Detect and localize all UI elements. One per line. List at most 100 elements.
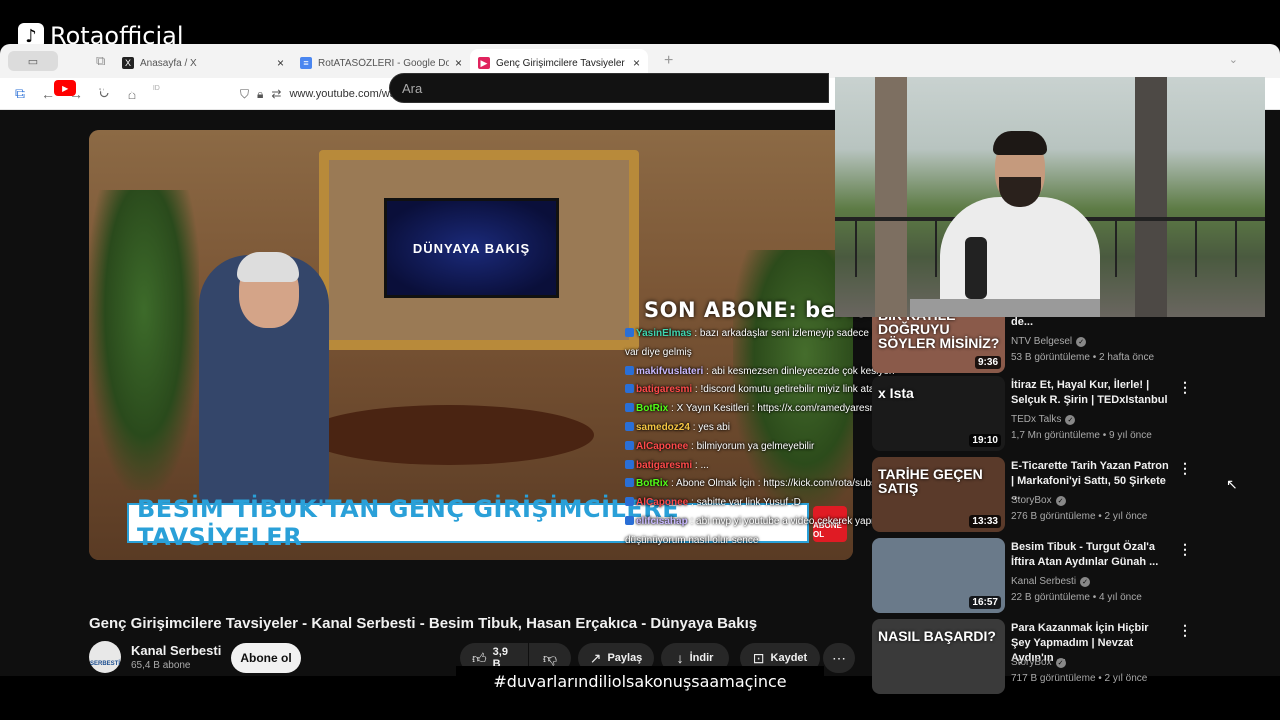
chat-text: var diye gelmiş <box>625 346 692 358</box>
youtube-wordmark: YouTube <box>80 78 147 97</box>
channel-name[interactable]: TEDx Talks <box>1011 414 1061 425</box>
subscriber-count: 65,4 B abone <box>131 660 191 671</box>
badge-icon <box>625 515 634 525</box>
chat-username: BotRix <box>636 403 669 415</box>
channel-avatar[interactable]: SERBESTİ <box>89 641 121 673</box>
duration-badge: 19:10 <box>969 434 1001 447</box>
channel-row: StoryBox ✓ <box>1011 657 1066 668</box>
chevron-down-icon[interactable]: ⌄ <box>1229 53 1238 66</box>
subscribe-button[interactable]: Abone ol <box>231 643 301 673</box>
more-vert-icon[interactable]: ⋮ <box>1178 541 1192 558</box>
cam-railing-bar <box>1235 217 1237 277</box>
video-meta: 1,7 Mn görüntüleme • 9 yıl önce <box>1011 430 1152 441</box>
badge-icon <box>625 403 634 413</box>
chat-text: : !discord komutu getirebilir miyiz link… <box>694 384 897 396</box>
screen: ♪ Rotaofficial ▭ ⧉ X Anasayfa / X × ≡ Ro… <box>0 0 1280 720</box>
cam-railing-bar <box>1195 217 1197 277</box>
channel-row: Kanal Serbesti ✓ <box>1011 576 1091 587</box>
recommended-video[interactable]: NASIL BAŞARDI? Para Kazanmak İçin Hiçbir … <box>872 619 1272 695</box>
badge-icon <box>625 478 634 488</box>
thumbs-up-icon: 👍︎ <box>472 649 487 666</box>
badge-icon <box>625 421 634 431</box>
thumbs-down-icon: 👎︎ <box>542 649 558 666</box>
mouse-cursor-icon: ↖ <box>1226 476 1238 492</box>
download-label: İndir <box>689 652 714 664</box>
recommended-video[interactable]: 16:57 Besim Tibuk - Turgut Özal'a İftira … <box>872 538 1272 614</box>
streamer-hair <box>993 131 1047 155</box>
duration-badge: 13:33 <box>969 515 1001 528</box>
verified-icon: ✓ <box>1080 576 1091 587</box>
more-vert-icon[interactable]: ⋮ <box>1178 379 1192 396</box>
table <box>304 405 594 465</box>
video-thumbnail[interactable]: TARİHE GEÇEN SATIŞ 13:33 <box>872 457 1005 532</box>
region-code: ID <box>152 84 160 92</box>
chat-username: batigaresmi <box>636 459 693 471</box>
cam-pillar <box>1135 77 1167 317</box>
chat-username: YasinElmas <box>636 328 692 339</box>
recommended-video[interactable]: TARİHE GEÇEN SATIŞ 13:33 E-Ticarette Tarih… <box>872 457 1272 533</box>
recommended-video[interactable]: x Ista 19:10 İtiraz Et, Hayal Kur, İlerle!… <box>872 376 1272 452</box>
video-meta: 53 B görüntüleme • 2 hafta önce <box>1011 352 1155 363</box>
chat-text: : X Yayın Kesitleri : https://x.com/rame… <box>671 403 881 415</box>
duration-badge: 9:36 <box>974 356 1001 369</box>
channel-row: TEDx Talks ✓ <box>1011 414 1076 425</box>
youtube-logo[interactable]: ▶ YouTube ID <box>54 78 160 98</box>
channel-name[interactable]: Kanal Serbesti <box>1011 576 1076 587</box>
chat-text: düşünüyorum nasıl olur sence <box>625 534 759 546</box>
cam-railing-bar <box>855 217 857 277</box>
chat-text: : bilmiyorum ya gelmeyebilir <box>691 440 815 452</box>
share-label: Paylaş <box>607 652 643 664</box>
search-input[interactable]: Ara <box>389 73 829 103</box>
more-vert-icon[interactable]: ⋮ <box>1178 460 1192 477</box>
menu-icon[interactable]: ☰ <box>20 78 36 99</box>
thumbnail-caption: NASIL BAŞARDI? <box>878 628 996 644</box>
play-icon: ▶ <box>54 80 77 96</box>
verified-icon: ✓ <box>1065 414 1076 425</box>
channel-name[interactable]: NTV Belgesel <box>1011 336 1072 347</box>
chat-username: makifvuslateri <box>636 365 704 377</box>
chat-text: : Abone Olmak İçin : https://kick.com/ro… <box>671 478 898 490</box>
chat-text: : ... <box>694 459 709 471</box>
chat-username: elifcisahap <box>636 515 688 527</box>
chat-text: : abi kesmezsen dinleyecezde çok kesiyon <box>706 365 895 377</box>
more-actions-button[interactable]: ⋯ <box>823 643 855 673</box>
badge-icon <box>625 440 634 450</box>
youtube-header: ☰ ▶ YouTube ID Ara <box>0 66 840 110</box>
channel-name[interactable]: StoryBox <box>1011 495 1052 506</box>
video-meta: 276 B görüntüleme • 2 yıl önce <box>1011 511 1148 522</box>
cam-pillar <box>875 77 907 317</box>
video-meta: 22 B görüntüleme • 4 yıl önce <box>1011 592 1142 603</box>
cam-railing-bar <box>935 217 937 277</box>
webcam-overlay <box>835 77 1265 317</box>
thumbnail-caption: x Ista <box>878 385 914 401</box>
video-thumbnail[interactable]: x Ista 19:10 <box>872 376 1005 451</box>
speaker-hair <box>237 252 299 282</box>
video-title[interactable]: Besim Tibuk - Turgut Özal'a İftira Atan … <box>1011 540 1171 570</box>
more-vert-icon[interactable]: ⋮ <box>1178 622 1192 639</box>
badge-icon <box>625 384 634 394</box>
share-icon: ↗ <box>589 649 602 666</box>
chat-text: : sabitte var link Yusuf :D <box>691 497 801 509</box>
chat-username: samedoz24 <box>636 421 690 433</box>
channel-name[interactable]: Kanal Serbesti <box>131 643 221 658</box>
verified-icon: ✓ <box>1055 657 1066 668</box>
chat-username: AlCaponee <box>636 440 689 452</box>
tv-screen: DÜNYAYA BAKIŞ <box>384 198 559 298</box>
thumbnail-caption: TARİHE GEÇEN SATIŞ <box>878 466 983 496</box>
more-icon: ⋯ <box>832 649 846 666</box>
verified-icon: ✓ <box>1076 336 1087 347</box>
channel-info[interactable]: SERBESTİ Kanal Serbesti 65,4 B abone <box>89 641 221 673</box>
video-thumbnail[interactable]: NASIL BAŞARDI? <box>872 619 1005 694</box>
bottle <box>965 237 987 299</box>
channel-row: StoryBox ✓ <box>1011 495 1066 506</box>
chat-text: : abi mvp yi youtube a video çekerek yap… <box>690 515 893 527</box>
hashtag-caption: #duvarlarındiliolsakonuşsaamaçince <box>456 666 824 696</box>
video-thumbnail[interactable]: 16:57 <box>872 538 1005 613</box>
chat-username: BotRix <box>636 478 669 490</box>
cam-railing-bar <box>1115 217 1117 277</box>
channel-name[interactable]: StoryBox <box>1011 657 1052 668</box>
video-title[interactable]: İtiraz Et, Hayal Kur, İlerle! | Selçuk R… <box>1011 378 1171 408</box>
video-title: Genç Girişimcilere Tavsiyeler - Kanal Se… <box>89 615 758 632</box>
download-icon: ↓ <box>676 650 684 666</box>
channel-row: NTV Belgesel ✓ <box>1011 336 1087 347</box>
